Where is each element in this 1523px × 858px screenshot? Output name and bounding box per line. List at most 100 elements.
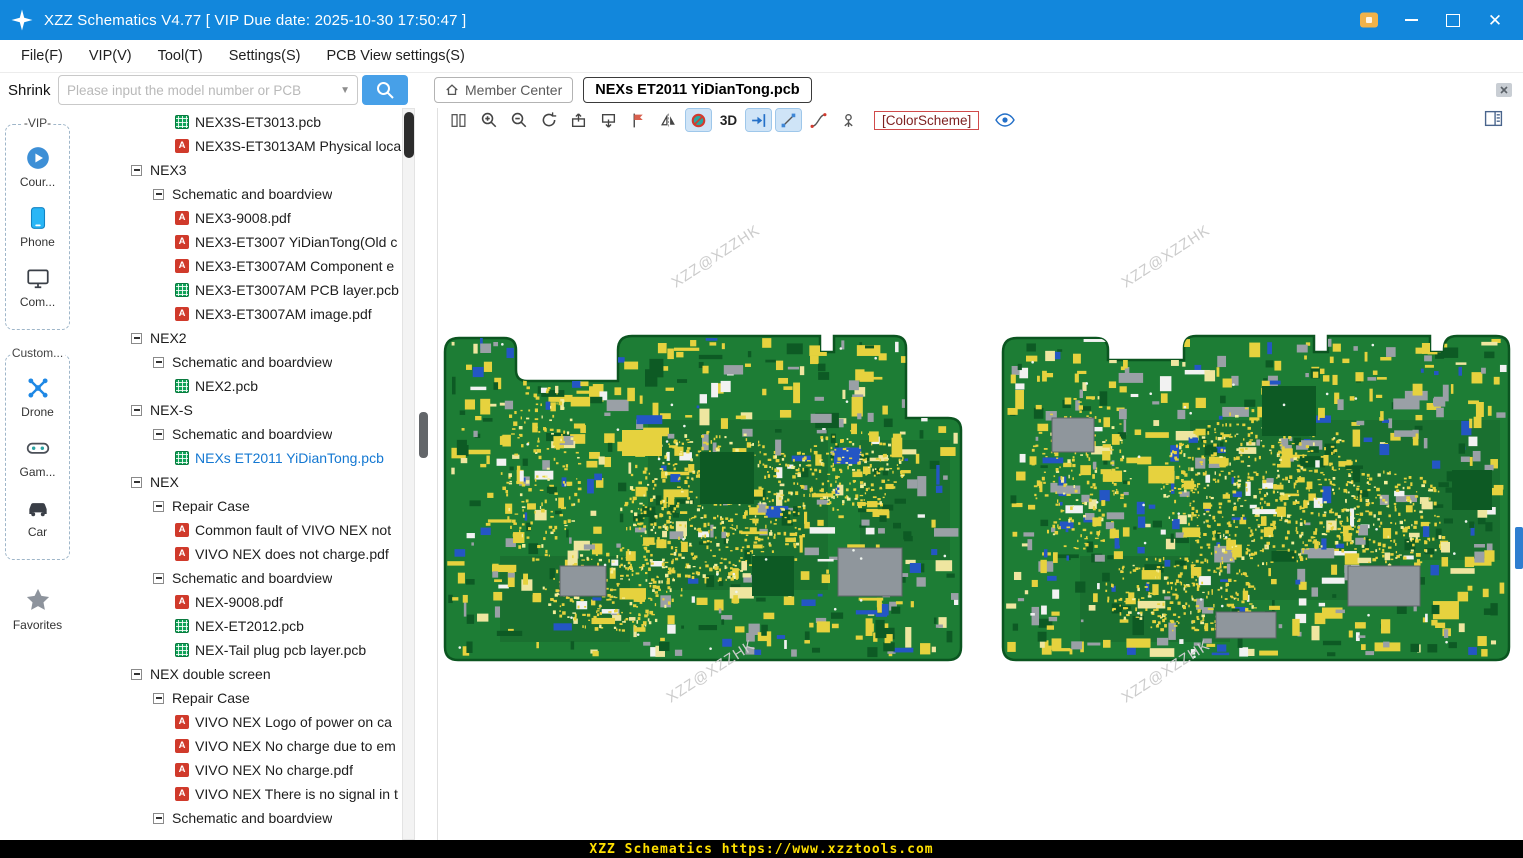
- sidebar-item-gam[interactable]: Gam...: [6, 435, 69, 479]
- color-scheme-button[interactable]: [ColorScheme]: [874, 110, 980, 130]
- tree-item[interactable]: NEX3S-ET3013AM Physical loca: [75, 134, 402, 158]
- sidebar-item-label: Drone: [21, 405, 54, 419]
- maximize-button[interactable]: [1437, 6, 1469, 34]
- splitter-grip[interactable]: [419, 412, 428, 458]
- model-search-box: ▼: [58, 75, 358, 105]
- tree-item[interactable]: NEX double screen: [75, 662, 402, 686]
- tree-item[interactable]: NEX3S-ET3013.pcb: [75, 110, 402, 134]
- search-input[interactable]: [59, 82, 341, 98]
- tree-item[interactable]: VIVO NEX Logo of power on ca: [75, 710, 402, 734]
- expander-icon[interactable]: [131, 164, 142, 176]
- minimize-button[interactable]: [1395, 6, 1427, 34]
- sidebar-group: Custom... Drone Gam... Car: [5, 346, 70, 560]
- sidebar-item-favorites[interactable]: Favorites: [0, 586, 75, 632]
- menu-pcb-view-settings[interactable]: PCB View settings(S): [313, 48, 477, 64]
- expander-icon[interactable]: [131, 404, 142, 416]
- tree-item[interactable]: Repair Case: [75, 686, 402, 710]
- tree-item[interactable]: NEX3-ET3007 YiDianTong(Old c: [75, 230, 402, 254]
- expander-icon[interactable]: [153, 572, 164, 584]
- pcb-file-icon: [175, 643, 189, 657]
- tree-item[interactable]: NEX3-ET3007AM image.pdf: [75, 302, 402, 326]
- tree-item[interactable]: NEX-Tail plug pcb layer.pcb: [75, 638, 402, 662]
- shrink-button[interactable]: Shrink: [8, 82, 58, 99]
- sidebar-item-drone[interactable]: Drone: [6, 375, 69, 419]
- sidebar-item-car[interactable]: Car: [6, 495, 69, 539]
- tree-item[interactable]: VIVO NEX does not charge.pdf: [75, 542, 402, 566]
- menu-settings[interactable]: Settings(S): [216, 48, 314, 64]
- expander-icon[interactable]: [131, 476, 142, 488]
- export-top-icon: [571, 112, 586, 127]
- expander-icon[interactable]: [153, 692, 164, 704]
- tree-item[interactable]: NEX2: [75, 326, 402, 350]
- curve-tool-button[interactable]: [806, 109, 831, 131]
- pcb-board-view[interactable]: [438, 133, 1523, 840]
- zoom-out-button[interactable]: [506, 109, 531, 131]
- menu-tool[interactable]: Tool(T): [145, 48, 216, 64]
- expander-icon[interactable]: [153, 188, 164, 200]
- pcb-file-icon: [175, 283, 189, 297]
- disable-net-button[interactable]: [685, 108, 712, 132]
- license-icon[interactable]: [1353, 6, 1385, 34]
- tree-item[interactable]: Schematic and boardview: [75, 350, 402, 374]
- tree-item[interactable]: VIVO NEX No charge due to em: [75, 734, 402, 758]
- expander-icon[interactable]: [131, 332, 142, 344]
- document-tab[interactable]: NEXs ET2011 YiDianTong.pcb: [583, 77, 812, 103]
- tree-item[interactable]: Repair Case: [75, 494, 402, 518]
- tree-item[interactable]: NEXs ET2011 YiDianTong.pcb: [75, 446, 402, 470]
- tree-scrollbar-thumb[interactable]: [404, 112, 414, 158]
- tree-item[interactable]: Schematic and boardview: [75, 422, 402, 446]
- tree-item-label: VIVO NEX No charge.pdf: [195, 762, 353, 778]
- layers-panel-button[interactable]: [1484, 110, 1503, 132]
- pdf-file-icon: [175, 715, 189, 729]
- sidebar-item-com[interactable]: Com...: [6, 265, 69, 309]
- expander-icon[interactable]: [131, 668, 142, 680]
- tree-item[interactable]: NEX3: [75, 158, 402, 182]
- sidebar-item-cour[interactable]: Cour...: [6, 145, 69, 189]
- sidebar-item-phone[interactable]: Phone: [6, 205, 69, 249]
- probe-tool-button[interactable]: [836, 109, 861, 131]
- tree-item[interactable]: Schematic and boardview: [75, 566, 402, 590]
- 3d-view-button[interactable]: 3D: [716, 109, 741, 131]
- split-view-button[interactable]: [446, 109, 471, 131]
- tree-item[interactable]: NEX3-9008.pdf: [75, 206, 402, 230]
- zoom-in-button[interactable]: [476, 109, 501, 131]
- tree-scrollbar-track[interactable]: [402, 108, 415, 840]
- tree-item[interactable]: NEX: [75, 470, 402, 494]
- menu-vip[interactable]: VIP(V): [76, 48, 145, 64]
- tree-item[interactable]: NEX-9008.pdf: [75, 590, 402, 614]
- expander-icon[interactable]: [153, 428, 164, 440]
- close-document-icon[interactable]: [1495, 82, 1513, 98]
- menu-file[interactable]: File(F): [8, 48, 76, 64]
- export-top-button[interactable]: [566, 109, 591, 131]
- expander-icon[interactable]: [153, 812, 164, 824]
- member-center-button[interactable]: Member Center: [434, 77, 574, 103]
- expander-icon[interactable]: [153, 356, 164, 368]
- tree-item[interactable]: Schematic and boardview: [75, 182, 402, 206]
- pcb-canvas[interactable]: XZZ@XZZHK XZZ@XZZHK XZZ@XZZHK XZZ@XZZHK: [438, 133, 1523, 840]
- tree-item[interactable]: Schematic and boardview: [75, 806, 402, 830]
- tree-item[interactable]: NEX2.pcb: [75, 374, 402, 398]
- chevron-down-icon[interactable]: ▼: [340, 85, 357, 96]
- expander-icon[interactable]: [153, 500, 164, 512]
- measure-diagonal-button[interactable]: [775, 108, 802, 132]
- close-button[interactable]: ✕: [1479, 6, 1511, 34]
- tree-item[interactable]: NEX3-ET3007AM PCB layer.pcb: [75, 278, 402, 302]
- canvas-scrollbar-thumb[interactable]: [1515, 527, 1523, 569]
- tree-item[interactable]: NEX-ET2012.pcb: [75, 614, 402, 638]
- tree-item[interactable]: VIVO NEX No charge.pdf: [75, 758, 402, 782]
- tree-item[interactable]: NEX-S: [75, 398, 402, 422]
- zoom-in-icon: [481, 112, 496, 128]
- tree-item[interactable]: Common fault of VIVO NEX not: [75, 518, 402, 542]
- search-button[interactable]: [362, 75, 408, 105]
- flip-horizontal-button[interactable]: [656, 109, 681, 131]
- tree-item[interactable]: VIVO NEX There is no signal in t: [75, 782, 402, 806]
- tree-item[interactable]: NEX3-ET3007AM Component e: [75, 254, 402, 278]
- tree-item-label: VIVO NEX No charge due to em: [195, 738, 396, 754]
- rotate-button[interactable]: [536, 109, 561, 131]
- export-bottom-button[interactable]: [596, 109, 621, 131]
- visibility-button[interactable]: [992, 109, 1017, 131]
- header-row: Shrink ▼ Member Center NEXs ET2011 YiDia…: [0, 73, 1523, 107]
- flag-button[interactable]: [626, 109, 651, 131]
- pdf-file-icon: [175, 211, 189, 225]
- jump-arrow-button[interactable]: [745, 108, 772, 132]
